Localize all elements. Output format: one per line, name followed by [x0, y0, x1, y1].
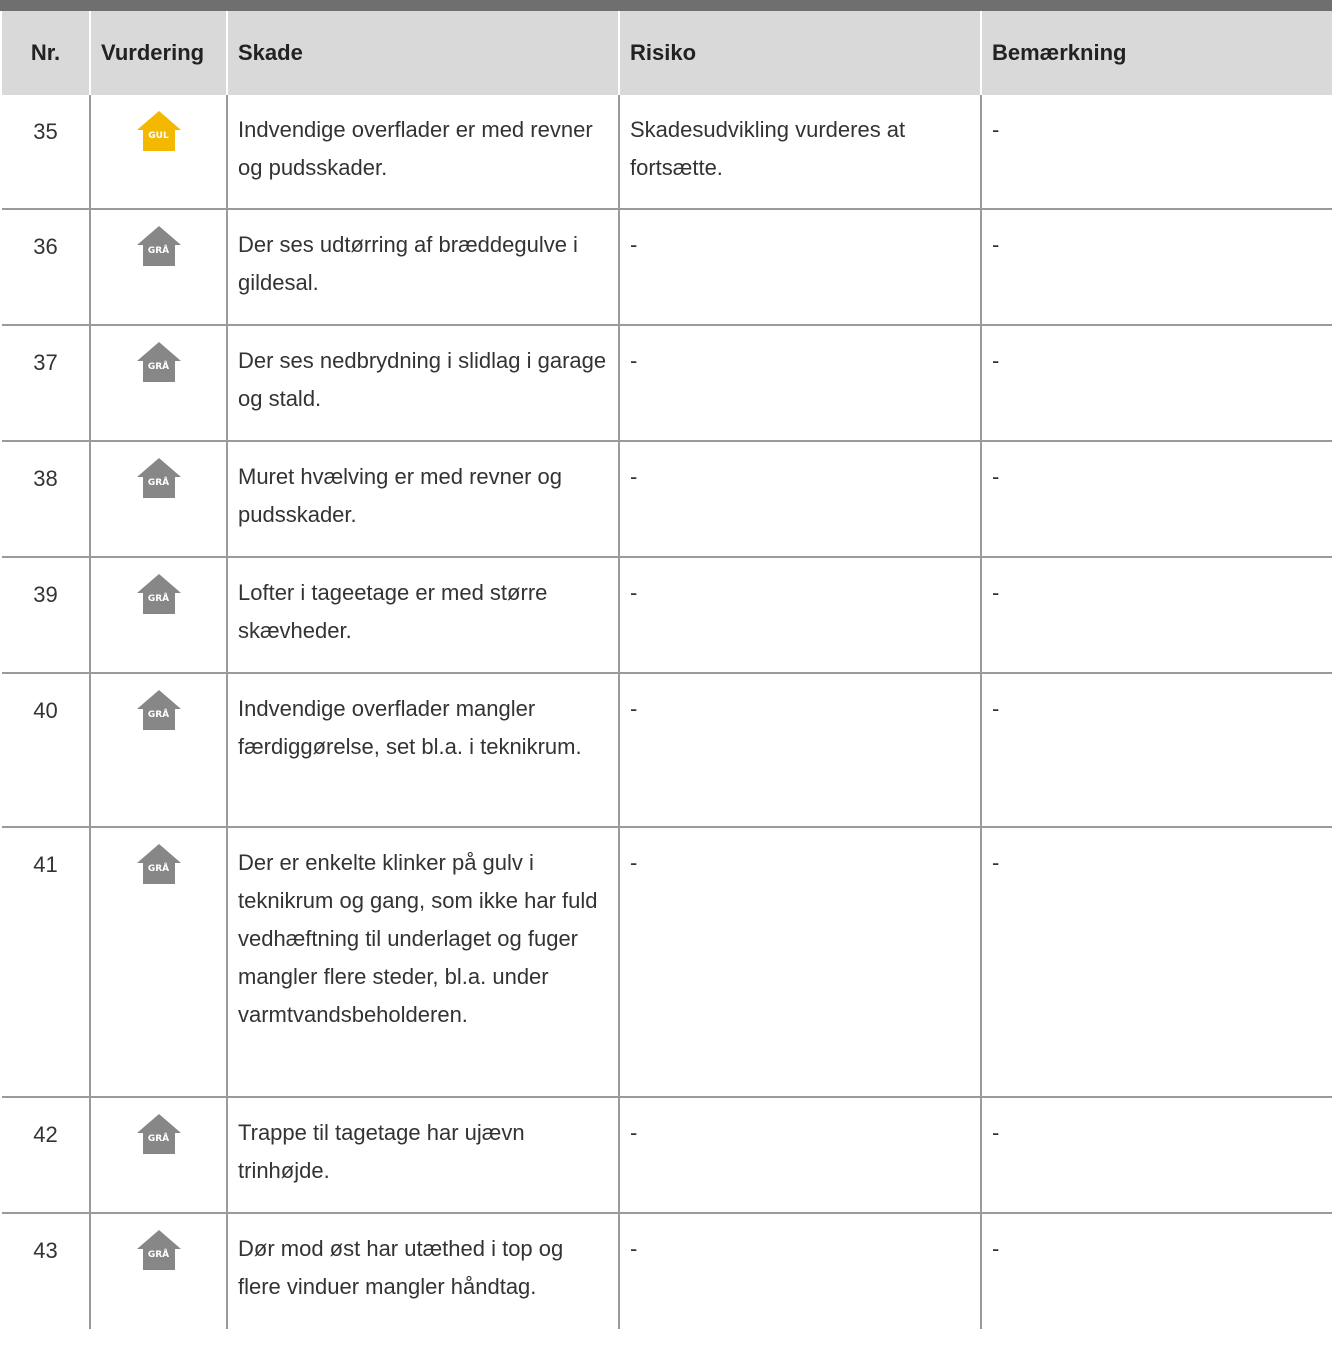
header-vurdering: Vurdering: [89, 11, 227, 95]
table-row: 40 GRÅ Indvendige overflader mangler færdi…: [2, 673, 1332, 828]
skade-text: Muret hvælving er med revner og pudsskad…: [226, 441, 619, 558]
damage-table: Nr. Vurdering Skade Risiko Bemærkning 35…: [2, 11, 1332, 1329]
table-row: 43 GRÅ Dør mod øst har utæthed i top og fl…: [2, 1213, 1332, 1329]
house-rating-icon: GRÅ: [136, 689, 182, 731]
skade-text: Der ses nedbrydning i slidlag i garage o…: [226, 325, 619, 442]
bemaerkning-text: -: [980, 827, 1332, 1098]
table-header-row: Nr. Vurdering Skade Risiko Bemærkning: [2, 11, 1332, 95]
table-row: 39 GRÅ Lofter i tageetage er med større sk…: [2, 557, 1332, 674]
bemaerkning-text: -: [980, 673, 1332, 828]
row-number: 37: [2, 325, 90, 442]
header-risiko: Risiko: [618, 11, 981, 95]
table-row: 42 GRÅ Trappe til tagetage har ujævn trinh…: [2, 1097, 1332, 1214]
bemaerkning-text: -: [980, 441, 1332, 558]
risiko-text: -: [618, 325, 981, 442]
rating-label: GRÅ: [147, 710, 170, 720]
row-number: 38: [2, 441, 90, 558]
risiko-text: -: [618, 441, 981, 558]
rating-cell: GRÅ: [89, 1213, 227, 1329]
house-rating-icon: GRÅ: [136, 843, 182, 885]
bemaerkning-text: -: [980, 325, 1332, 442]
table-row: 37 GRÅ Der ses nedbrydning i slidlag i gar…: [2, 325, 1332, 442]
rating-label: GRÅ: [147, 362, 170, 372]
rating-label: GUL: [148, 131, 169, 141]
house-rating-icon: GRÅ: [136, 457, 182, 499]
rating-label: GRÅ: [147, 246, 170, 256]
header-nr: Nr.: [2, 11, 90, 95]
house-rating-icon: GRÅ: [136, 573, 182, 615]
row-number: 42: [2, 1097, 90, 1214]
header-bemaerkning: Bemærkning: [980, 11, 1332, 95]
rating-cell: GRÅ: [89, 673, 227, 828]
bemaerkning-text: -: [980, 95, 1332, 210]
table-row: 41 GRÅ Der er enkelte klinker på gulv i te…: [2, 827, 1332, 1098]
bemaerkning-text: -: [980, 1097, 1332, 1214]
rating-cell: GRÅ: [89, 827, 227, 1098]
house-rating-icon: GUL: [136, 110, 182, 152]
risiko-text: -: [618, 673, 981, 828]
bemaerkning-text: -: [980, 1213, 1332, 1329]
rating-cell: GRÅ: [89, 557, 227, 674]
skade-text: Indvendige overflader mangler færdiggøre…: [226, 673, 619, 828]
row-number: 39: [2, 557, 90, 674]
rating-cell: GRÅ: [89, 1097, 227, 1214]
skade-text: Der ses udtørring af bræddegulve i gilde…: [226, 209, 619, 326]
rating-label: GRÅ: [147, 1134, 170, 1144]
skade-text: Der er enkelte klinker på gulv i teknikr…: [226, 827, 619, 1098]
rating-cell: GRÅ: [89, 209, 227, 326]
skade-text: Lofter i tageetage er med større skævhed…: [226, 557, 619, 674]
house-rating-icon: GRÅ: [136, 1113, 182, 1155]
rating-label: GRÅ: [147, 594, 170, 604]
skade-text: Trappe til tagetage har ujævn trinhøjde.: [226, 1097, 619, 1214]
row-number: 41: [2, 827, 90, 1098]
rating-label: GRÅ: [147, 478, 170, 488]
row-number: 43: [33, 1238, 58, 1263]
rating-cell: GRÅ: [89, 325, 227, 442]
row-number: 40: [2, 673, 90, 828]
house-rating-icon: GRÅ: [136, 341, 182, 383]
rating-cell: GUL: [89, 95, 227, 210]
risiko-text: -: [618, 827, 981, 1098]
table-row: 36 GRÅ Der ses udtørring af bræddegulve i …: [2, 209, 1332, 326]
bemaerkning-text: -: [980, 557, 1332, 674]
header-skade: Skade: [226, 11, 619, 95]
bemaerkning-text: -: [980, 209, 1332, 326]
house-rating-icon: GRÅ: [136, 1229, 182, 1271]
top-bar: [0, 0, 1332, 11]
house-rating-icon: GRÅ: [136, 225, 182, 267]
row-number: 35: [2, 95, 90, 210]
risiko-text: -: [618, 209, 981, 326]
risiko-text: -: [618, 1213, 981, 1329]
row-number: 36: [2, 209, 90, 326]
rating-cell: GRÅ: [89, 441, 227, 558]
table-row: 38 GRÅ Muret hvælving er med revner og pud…: [2, 441, 1332, 558]
rating-label: GRÅ: [147, 864, 170, 874]
risiko-text: Skadesudvikling vurderes at fortsætte.: [618, 95, 981, 210]
skade-text: Dør mod øst har utæthed i top og flere v…: [226, 1213, 619, 1329]
risiko-text: -: [618, 1097, 981, 1214]
table-row: 35 GUL Indvendige overflader er med revner…: [2, 95, 1332, 210]
rating-label: GRÅ: [147, 1250, 170, 1260]
skade-text: Indvendige overflader er med revner og p…: [226, 95, 619, 210]
risiko-text: -: [618, 557, 981, 674]
